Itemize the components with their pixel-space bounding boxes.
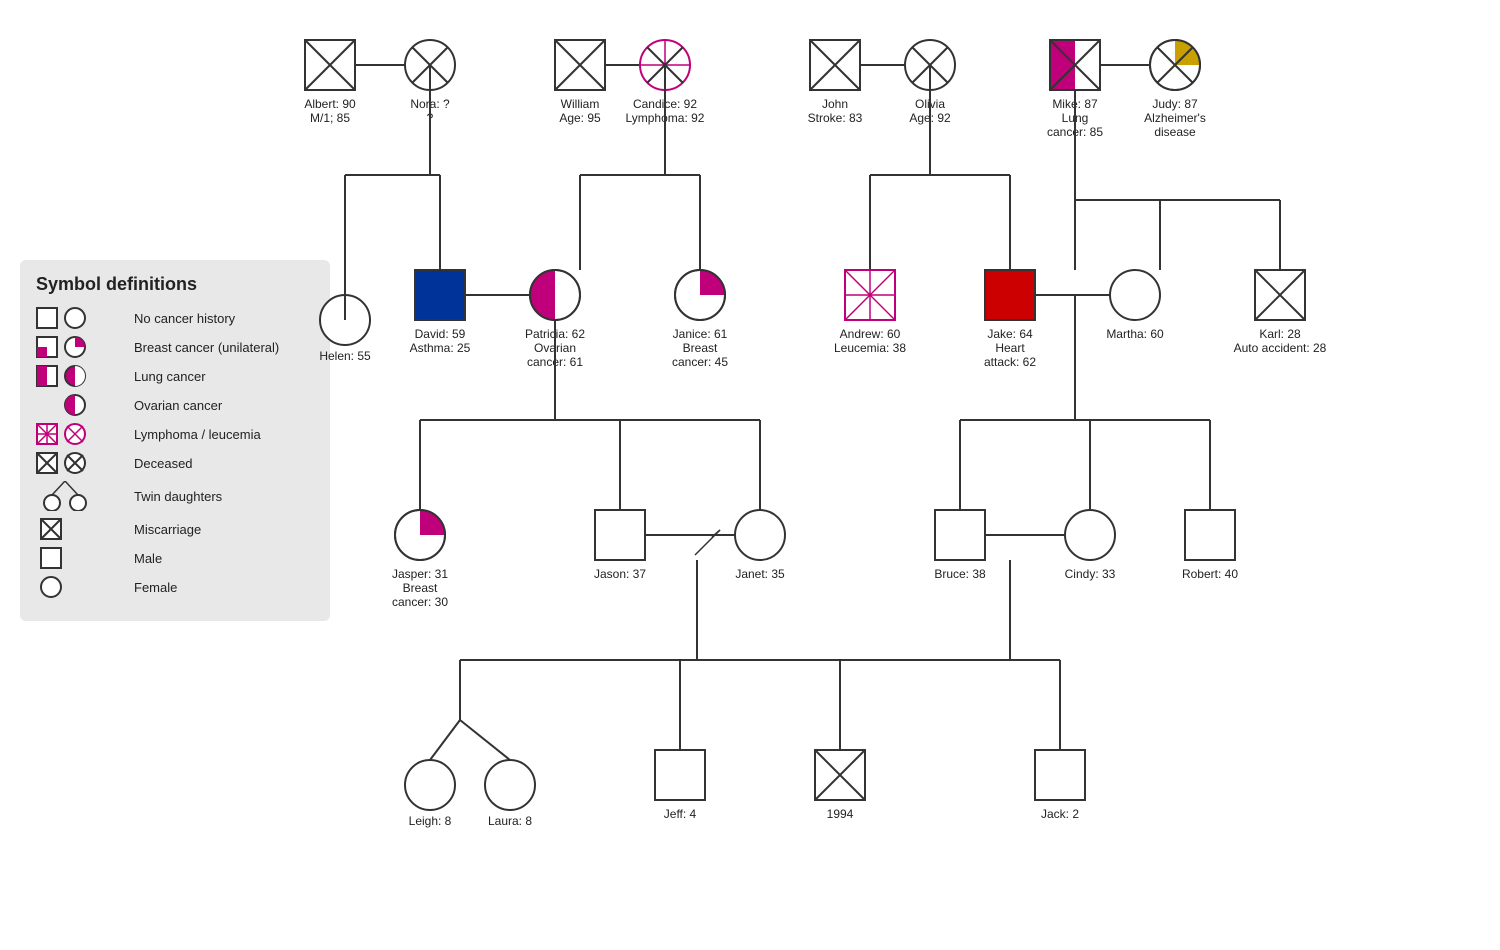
svg-text:Albert: 90: Albert: 90: [304, 97, 356, 111]
jake: Jake: 64 Heart attack: 62: [984, 270, 1036, 369]
svg-text:Karl: 28: Karl: 28: [1259, 327, 1301, 341]
robert: Robert: 40: [1182, 510, 1238, 581]
svg-text:disease: disease: [1154, 125, 1196, 139]
svg-text:Jason: 37: Jason: 37: [594, 567, 646, 581]
svg-text:Asthma: 25: Asthma: 25: [410, 341, 471, 355]
karl: Karl: 28 Auto accident: 28: [1234, 270, 1327, 355]
andrew: Andrew: 60 Leucemia: 38: [834, 270, 906, 355]
svg-text:Jake: 64: Jake: 64: [987, 327, 1033, 341]
svg-text:John: John: [822, 97, 848, 111]
svg-text:Jeff: 4: Jeff: 4: [664, 807, 697, 821]
leigh: Leigh: 8: [405, 760, 455, 828]
svg-text:attack: 62: attack: 62: [984, 355, 1036, 369]
janet: Janet: 35: [735, 510, 785, 581]
david: David: 59 Asthma: 25: [410, 270, 471, 355]
svg-text:1994: 1994: [827, 807, 854, 821]
john: John Stroke: 83: [808, 40, 863, 125]
jack: Jack: 2: [1035, 750, 1085, 821]
svg-text:Bruce: 38: Bruce: 38: [934, 567, 986, 581]
svg-text:Robert: 40: Robert: 40: [1182, 567, 1238, 581]
svg-text:Leigh: 8: Leigh: 8: [409, 814, 452, 828]
svg-text:Jasper: 31: Jasper: 31: [392, 567, 448, 581]
cindy: Cindy: 33: [1065, 510, 1116, 581]
svg-text:Alzheimer's: Alzheimer's: [1144, 111, 1206, 125]
laura: Laura: 8: [485, 760, 535, 828]
svg-text:M/1; 85: M/1; 85: [310, 111, 350, 125]
svg-text:Judy: 87: Judy: 87: [1152, 97, 1198, 111]
svg-text:Heart: Heart: [995, 341, 1025, 355]
miscarriage-1994: 1994: [815, 750, 865, 821]
svg-text:Breast: Breast: [403, 581, 438, 595]
martha: Martha: 60: [1106, 270, 1164, 341]
jeff: Jeff: 4: [655, 750, 705, 821]
svg-text:Laura: 8: Laura: 8: [488, 814, 532, 828]
svg-text:Janet: 35: Janet: 35: [735, 567, 785, 581]
judy: Judy: 87 Alzheimer's disease: [1144, 40, 1206, 139]
svg-text:Leucemia: 38: Leucemia: 38: [834, 341, 906, 355]
svg-text:Age: 95: Age: 95: [559, 111, 601, 125]
svg-text:Martha: 60: Martha: 60: [1106, 327, 1164, 341]
svg-text:Jack: 2: Jack: 2: [1041, 807, 1079, 821]
svg-text:Breast: Breast: [683, 341, 718, 355]
janice: Janice: 61 Breast cancer: 45: [672, 270, 728, 369]
william: William Age: 95: [555, 40, 605, 125]
svg-text:Andrew: 60: Andrew: 60: [840, 327, 901, 341]
svg-text:Helen: 55: Helen: 55: [319, 349, 371, 363]
svg-text:David: 59: David: 59: [415, 327, 466, 341]
svg-text:William: William: [561, 97, 600, 111]
svg-text:cancer: 30: cancer: 30: [392, 595, 448, 609]
albert: Albert: 90 M/1; 85: [304, 40, 356, 125]
svg-text:Auto accident: 28: Auto accident: 28: [1234, 341, 1327, 355]
bruce: Bruce: 38: [934, 510, 986, 581]
svg-text:Cindy: 33: Cindy: 33: [1065, 567, 1116, 581]
svg-text:cancer: 45: cancer: 45: [672, 355, 728, 369]
jasper: Jasper: 31 Breast cancer: 30: [392, 510, 448, 609]
svg-text:Stroke: 83: Stroke: 83: [808, 111, 863, 125]
pedigree-chart: Albert: 90 M/1; 85 Nora: ? ? William Age…: [0, 0, 1500, 950]
jason: Jason: 37: [594, 510, 646, 581]
svg-text:Janice: 61: Janice: 61: [673, 327, 728, 341]
